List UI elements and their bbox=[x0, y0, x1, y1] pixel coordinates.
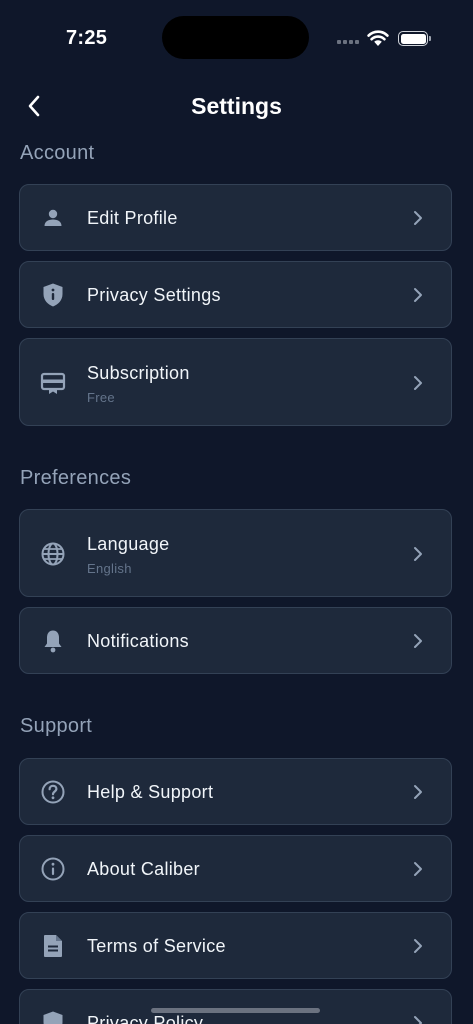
chevron-right-icon bbox=[414, 288, 422, 302]
settings-item-label: Notifications bbox=[87, 631, 189, 651]
dynamic-island bbox=[162, 16, 309, 59]
question-icon bbox=[40, 779, 66, 805]
chevron-right-icon bbox=[414, 634, 422, 648]
settings-item-label: About Caliber bbox=[87, 859, 200, 879]
home-indicator[interactable] bbox=[151, 1008, 320, 1013]
globe-icon bbox=[40, 541, 66, 567]
shield-icon bbox=[40, 282, 66, 308]
section-title-account: Account bbox=[20, 142, 95, 164]
settings-item-label: Privacy Policy bbox=[87, 1013, 204, 1024]
settings-item-subscription[interactable]: Subscription Free bbox=[19, 338, 452, 426]
chevron-right-icon bbox=[414, 1016, 422, 1024]
info-icon bbox=[40, 856, 66, 882]
settings-item-label: Privacy Settings bbox=[87, 285, 221, 305]
settings-item-subtitle: Free bbox=[87, 390, 115, 405]
chevron-right-icon bbox=[414, 211, 422, 225]
settings-item-about[interactable]: About Caliber bbox=[19, 835, 452, 902]
card-icon bbox=[40, 370, 66, 396]
settings-item-label: Language bbox=[87, 534, 170, 554]
section-title-support: Support bbox=[20, 715, 93, 737]
status-time: 7:25 bbox=[66, 27, 108, 49]
chevron-right-icon bbox=[414, 862, 422, 876]
section-title-preferences: Preferences bbox=[20, 467, 132, 489]
battery-icon bbox=[398, 31, 431, 46]
settings-item-language[interactable]: Language English bbox=[19, 509, 452, 597]
settings-item-subtitle: English bbox=[87, 561, 132, 576]
settings-item-label: Subscription bbox=[87, 363, 190, 383]
settings-item-terms[interactable]: Terms of Service bbox=[19, 912, 452, 979]
settings-item-edit-profile[interactable]: Edit Profile bbox=[19, 184, 452, 251]
settings-item-privacy-policy[interactable]: Privacy Policy bbox=[19, 989, 452, 1024]
bell-icon bbox=[40, 628, 66, 654]
shield-icon bbox=[40, 1010, 66, 1024]
wifi-icon bbox=[367, 30, 389, 46]
settings-item-label: Edit Profile bbox=[87, 208, 178, 228]
status-bar: 7:25 bbox=[0, 0, 473, 60]
settings-item-privacy-settings[interactable]: Privacy Settings bbox=[19, 261, 452, 328]
settings-item-label: Terms of Service bbox=[87, 936, 226, 956]
document-icon bbox=[40, 933, 66, 959]
chevron-right-icon bbox=[414, 376, 422, 390]
page-title: Settings bbox=[191, 93, 282, 119]
cellular-signal-icon bbox=[337, 40, 359, 44]
chevron-right-icon bbox=[414, 939, 422, 953]
settings-item-help-support[interactable]: Help & Support bbox=[19, 758, 452, 825]
chevron-right-icon bbox=[414, 547, 422, 561]
chevron-right-icon bbox=[414, 785, 422, 799]
settings-item-notifications[interactable]: Notifications bbox=[19, 607, 452, 674]
settings-item-label: Help & Support bbox=[87, 782, 214, 802]
settings-screen: 7:25 Settings Account Edit Profile Priva… bbox=[0, 0, 473, 1024]
person-icon bbox=[40, 205, 66, 231]
